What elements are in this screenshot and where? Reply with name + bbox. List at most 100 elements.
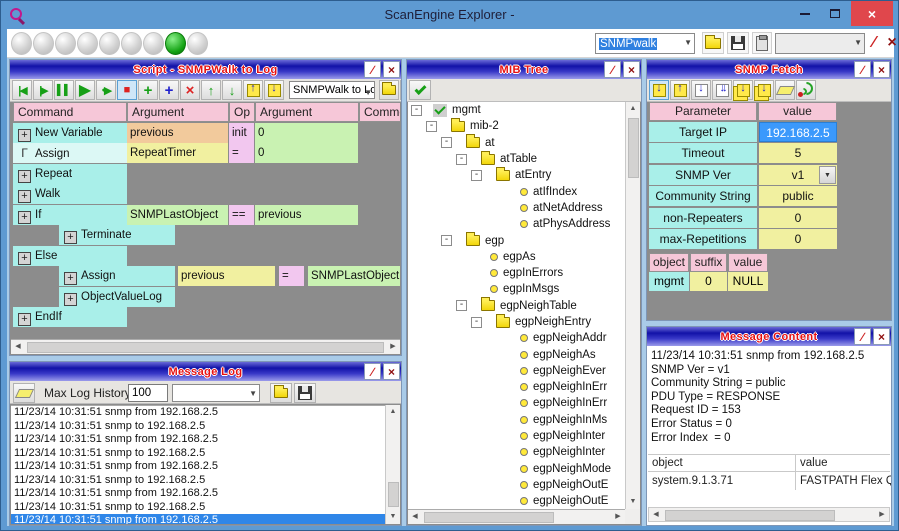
minimize-button[interactable] [792,1,818,26]
copy-button[interactable] [752,32,772,54]
expand-toggle[interactable]: + [18,170,31,183]
tree-item[interactable]: - egp [408,232,625,248]
argument-cell[interactable]: SNMPLastObject [127,205,228,225]
close-button[interactable]: × [851,1,893,26]
move-up-button[interactable]: ↑ [201,80,221,100]
scroll-left-icon[interactable]: ◀ [649,508,663,522]
tree-item[interactable]: - atPhysAddress [408,216,625,232]
maximize-button[interactable] [822,1,848,26]
op-cell[interactable]: == [229,205,254,225]
command-cell[interactable]: +Terminate [59,225,175,245]
scrollbar-thumb[interactable] [388,482,399,507]
log-entry[interactable]: 11/23/14 10:31:51 snmp to 192.168.2.5 [11,474,400,488]
rewind-button[interactable]: |◀ [12,80,32,100]
vertical-scrollbar[interactable]: ▲ ▼ [385,405,400,524]
horizontal-scrollbar[interactable]: ◀ ▶ [11,339,400,354]
content-table-row[interactable]: system.9.1.3.71 FASTPATH Flex QO [648,473,890,490]
tree-item[interactable]: - egpNeighAddr [408,330,625,346]
op-cell[interactable]: = [229,143,254,163]
export-up-button[interactable]: ↑ [243,80,263,100]
tree-item[interactable]: - egpNeighInter [408,428,625,444]
scroll-up-icon[interactable]: ▲ [386,405,400,419]
argument-cell[interactable]: RepeatTimer [127,143,228,163]
command-cell[interactable]: +Assign [59,266,175,286]
run-button[interactable]: ▶ [75,80,95,100]
tree-item[interactable]: - egpNeighInter [408,444,625,460]
tree-item[interactable]: - mgmt [408,102,625,118]
command-cell[interactable]: ΓAssign [13,143,127,163]
argument-cell[interactable]: 0 [255,123,358,143]
vertical-scrollbar[interactable]: ▲ ▼ [625,102,640,509]
suffix-cell[interactable]: 0 [690,272,727,291]
collapse-toggle[interactable]: - [471,317,482,328]
log-entry[interactable]: 11/23/14 10:31:51 snmp from 192.168.2.5 [11,433,400,447]
tree-item[interactable]: - egpNeighOutE [408,493,625,509]
value-cell[interactable]: NULL [728,272,768,291]
close-panel-button[interactable]: × [873,61,890,78]
horizontal-scrollbar[interactable]: ◀ ▶ [648,507,890,522]
tree-item[interactable]: - egpAs [408,249,625,265]
tree-item[interactable]: - egpNeighInMs [408,412,625,428]
save-button[interactable] [400,80,402,100]
edit-button[interactable]: ∕ [865,31,883,55]
expand-toggle[interactable]: + [64,272,77,285]
command-cell[interactable]: +Repeat [13,164,127,184]
horizontal-scrollbar[interactable]: ◀ ▶ [408,509,625,524]
check-button[interactable] [409,80,431,100]
expand-toggle[interactable]: + [64,231,77,244]
scroll-right-icon[interactable]: ▶ [611,510,625,524]
set-button[interactable]: ↑ [670,80,690,100]
collapse-toggle[interactable]: - [456,154,467,165]
edit-panel-button[interactable]: ∕ [854,328,871,345]
edit-panel-button[interactable]: ∕ [854,61,871,78]
import-down-button[interactable]: ↓ [264,80,284,100]
op-cell[interactable]: = [279,266,304,286]
argument-cell[interactable]: previous [127,123,228,143]
chevron-down-icon[interactable]: ▼ [684,38,692,47]
command-cell[interactable]: +Walk [13,184,127,204]
tree-item[interactable]: - egpInErrors [408,265,625,281]
stop-button[interactable]: ■ [117,80,137,100]
tree-item[interactable]: - egpNeighEntry [408,314,625,330]
delete-command-button[interactable]: × [180,80,200,100]
get-next-button[interactable]: ↓ [691,80,711,100]
edit-panel-button[interactable]: ∕ [604,61,621,78]
tree-item[interactable]: - egpNeighOutE [408,477,625,493]
collapse-toggle[interactable]: - [441,235,452,246]
tree-item[interactable]: - egpNeighMode [408,461,625,477]
edit-panel-button[interactable]: ∕ [364,363,381,380]
tree-item[interactable]: - atIfIndex [408,183,625,199]
log-entry[interactable]: 11/23/14 10:31:51 snmp from 192.168.2.5 [11,460,400,474]
expand-toggle[interactable]: + [18,190,31,203]
param-value[interactable]: 5 [759,143,837,163]
open-script-button[interactable] [702,32,724,54]
argument-cell[interactable]: previous [178,266,275,286]
param-value[interactable]: 0 [759,208,837,228]
argument-cell[interactable]: 0 [255,143,358,163]
scrollbar-thumb[interactable] [665,510,835,521]
param-value[interactable]: 192.168.2.5 [759,122,837,142]
close-panel-button[interactable]: × [873,328,890,345]
expand-toggle[interactable]: + [18,211,31,224]
scroll-left-icon[interactable]: ◀ [11,340,25,354]
tree-item[interactable]: - atEntry [408,167,625,183]
collapse-toggle[interactable]: - [441,137,452,148]
edit-panel-button[interactable]: ∕ [364,61,381,78]
command-cell[interactable]: +Else [13,246,127,266]
command-cell[interactable]: +If [13,205,127,225]
script-name-select[interactable]: SNMPWalk to Log ▼ [289,81,375,99]
tree-item[interactable]: - egpNeighInErr [408,379,625,395]
command-cell[interactable]: +ObjectValueLog [59,287,175,307]
collapse-toggle[interactable]: - [411,105,422,116]
tree-item[interactable]: - egpNeighInErr [408,395,625,411]
log-entry[interactable]: 11/23/14 10:31:51 snmp from 192.168.2.5 [11,406,400,420]
tree-item[interactable]: - atNetAddress [408,200,625,216]
get-table-button[interactable]: ↓ [733,80,753,100]
poll-button[interactable] [796,80,816,100]
scrollbar-thumb[interactable] [27,342,384,353]
log-entry[interactable]: 11/23/14 10:31:51 snmp from 192.168.2.5 [11,487,400,501]
step-over-button[interactable]: ●▶ [96,80,116,100]
expand-toggle[interactable]: + [18,252,31,265]
move-down-button[interactable]: ↓ [222,80,242,100]
tree-item[interactable]: - egpNeighAs [408,346,625,362]
